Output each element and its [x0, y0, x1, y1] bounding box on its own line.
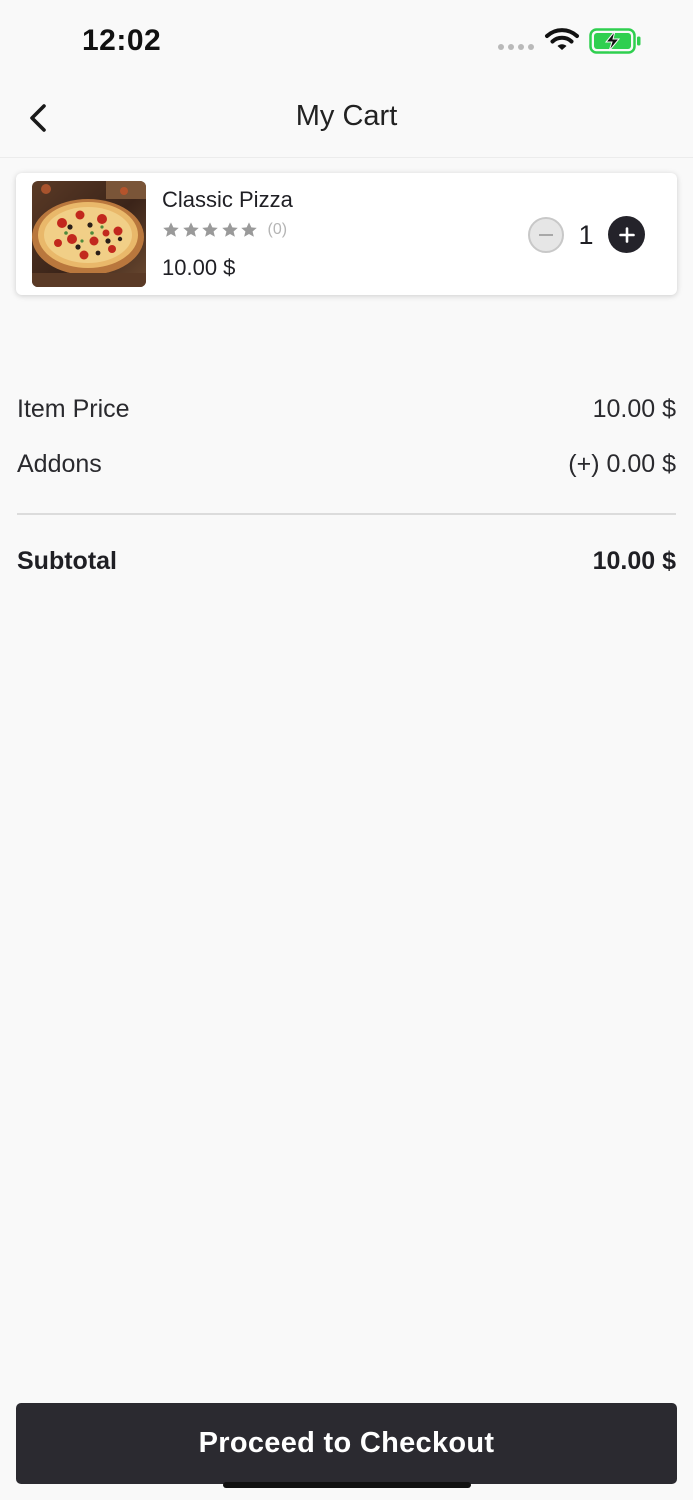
- quantity-value: 1: [578, 220, 594, 250]
- proceed-to-checkout-button[interactable]: Proceed to Checkout: [16, 1403, 677, 1484]
- cart-item-card[interactable]: Classic Pizza (0) 10.00 $ 1: [16, 173, 677, 295]
- wifi-icon: [545, 28, 579, 50]
- home-indicator: [223, 1482, 471, 1488]
- checkout-button-label: Proceed to Checkout: [198, 1427, 495, 1459]
- plus-icon: [618, 226, 635, 243]
- star-icon: [163, 222, 179, 237]
- increase-quantity-button[interactable]: [608, 216, 645, 253]
- item-name: Classic Pizza: [162, 187, 293, 212]
- subtotal-row: Subtotal 10.00 $: [17, 547, 676, 576]
- subtotal-value: 10.00 $: [592, 547, 676, 575]
- star-icon: [241, 222, 257, 237]
- subtotal-label: Subtotal: [17, 547, 117, 575]
- page-title: My Cart: [295, 100, 398, 132]
- status-bar: 12:02: [0, 0, 693, 80]
- navigation-header: My Cart: [0, 80, 693, 158]
- addons-label: Addons: [17, 450, 102, 478]
- status-time: 12:02: [82, 24, 162, 57]
- minus-icon: [539, 234, 553, 236]
- item-price-row: Item Price 10.00 $: [17, 395, 676, 424]
- cellular-signal-icon: [498, 44, 534, 50]
- rating-count: (0): [267, 221, 288, 238]
- star-icon: [202, 222, 218, 237]
- star-icon: [221, 222, 238, 237]
- addons-row: Addons (+) 0.00 $: [17, 450, 676, 479]
- summary-divider: [17, 513, 676, 515]
- pizza-image: [32, 181, 146, 287]
- item-price-label: Item Price: [17, 395, 130, 423]
- item-price: 10.00 $: [162, 255, 236, 280]
- star-icon: [182, 222, 199, 237]
- addons-value: (+) 0.00 $: [568, 450, 676, 478]
- battery-charging-icon: [589, 28, 641, 54]
- decrease-quantity-button[interactable]: [528, 217, 564, 253]
- item-price-value: 10.00 $: [592, 395, 676, 423]
- item-rating: (0): [162, 221, 287, 239]
